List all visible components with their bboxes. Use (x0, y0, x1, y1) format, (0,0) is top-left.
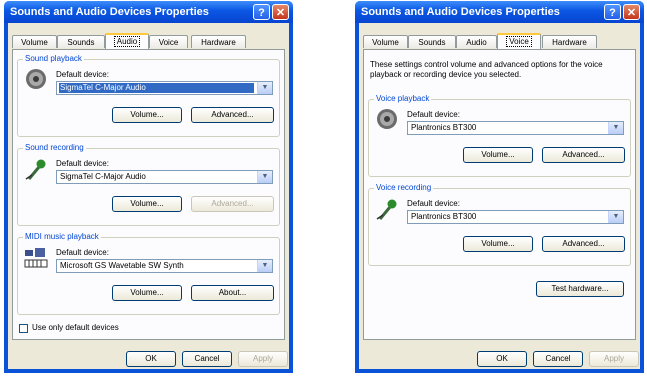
window-title: Sounds and Audio Devices Properties (361, 6, 560, 18)
dialog-body: Volume Sounds Audio Voice Hardware These… (359, 23, 640, 369)
voice-recording-device-select[interactable]: Plantronics BT300 ▼ (407, 210, 624, 224)
tab-label: Audio (466, 38, 487, 47)
playback-device-select[interactable]: SigmaTel C-Major Audio ▼ (56, 81, 273, 95)
group-label: Sound playback (23, 54, 84, 63)
title-bar[interactable]: Sounds and Audio Devices Properties ? ✕ (4, 1, 293, 23)
checkbox-label: Use only default devices (32, 323, 119, 332)
speaker-icon (26, 69, 46, 89)
tab-label: Audio (113, 36, 141, 47)
default-device-label: Default device: (56, 159, 109, 168)
ok-button[interactable]: OK (477, 351, 527, 367)
tab-hardware[interactable]: Hardware (191, 35, 246, 48)
group-label: Sound recording (23, 143, 86, 152)
close-button[interactable]: ✕ (272, 4, 289, 20)
playback-advanced-button[interactable]: Advanced... (191, 107, 274, 123)
tab-label: Volume (21, 38, 48, 47)
selected-device: SigmaTel C-Major Audio (59, 83, 254, 93)
title-bar[interactable]: Sounds and Audio Devices Properties ? ✕ (355, 1, 644, 23)
help-button[interactable]: ? (604, 4, 621, 20)
cancel-button[interactable]: Cancel (533, 351, 583, 367)
chevron-down-icon[interactable]: ▼ (257, 171, 272, 183)
close-button[interactable]: ✕ (623, 4, 640, 20)
tab-volume[interactable]: Volume (363, 35, 408, 48)
recording-device-select[interactable]: SigmaTel C-Major Audio ▼ (56, 170, 273, 184)
default-device-label: Default device: (56, 248, 109, 257)
voice-recording-advanced-button[interactable]: Advanced... (542, 236, 625, 252)
tab-label: Sounds (418, 38, 446, 47)
playback-volume-button[interactable]: Volume... (112, 107, 182, 123)
audio-tab-panel: Sound playback Default device: SigmaTel … (12, 49, 285, 340)
tab-label: Hardware (201, 38, 236, 47)
tab-label: Voice (158, 38, 179, 47)
tab-label: Sounds (67, 38, 95, 47)
recording-advanced-button[interactable]: Advanced... (191, 196, 274, 212)
chevron-down-icon[interactable]: ▼ (608, 211, 623, 223)
chevron-down-icon[interactable]: ▼ (608, 122, 623, 134)
apply-button[interactable]: Apply (589, 351, 639, 367)
ok-button[interactable]: OK (126, 351, 176, 367)
tab-label: Volume (372, 38, 399, 47)
tab-label: Hardware (552, 38, 587, 47)
group-label: Voice playback (374, 94, 432, 103)
voice-recording-volume-button[interactable]: Volume... (463, 236, 533, 252)
microphone-icon (376, 199, 397, 220)
voice-properties-window: Sounds and Audio Devices Properties ? ✕ … (355, 1, 644, 373)
window-title: Sounds and Audio Devices Properties (10, 6, 209, 18)
midi-about-button[interactable]: About... (191, 285, 274, 301)
midi-volume-button[interactable]: Volume... (112, 285, 182, 301)
tab-volume[interactable]: Volume (12, 35, 57, 48)
midi-device-select[interactable]: Microsoft GS Wavetable SW Synth ▼ (56, 259, 273, 273)
chevron-down-icon[interactable]: ▼ (257, 260, 272, 272)
selected-device: SigmaTel C-Major Audio (60, 172, 146, 181)
tab-voice[interactable]: Voice (149, 35, 188, 48)
cancel-button[interactable]: Cancel (182, 351, 232, 367)
apply-button[interactable]: Apply (238, 351, 288, 367)
sound-playback-group: Sound playback Default device: SigmaTel … (17, 54, 280, 137)
default-device-label: Default device: (407, 110, 460, 119)
group-label: Voice recording (374, 183, 434, 192)
tab-audio[interactable]: Audio (456, 35, 497, 48)
selected-device: Plantronics BT300 (411, 212, 477, 221)
use-default-devices-checkbox[interactable] (19, 324, 28, 333)
audio-properties-window: Sounds and Audio Devices Properties ? ✕ … (4, 1, 293, 373)
voice-playback-device-select[interactable]: Plantronics BT300 ▼ (407, 121, 624, 135)
midi-playback-group: MIDI music playback Default device: Micr… (17, 232, 280, 315)
group-label: MIDI music playback (23, 232, 101, 241)
default-device-label: Default device: (56, 70, 109, 79)
microphone-icon (25, 159, 46, 180)
voice-description: These settings control volume and advanc… (370, 60, 603, 79)
help-button[interactable]: ? (253, 4, 270, 20)
voice-tab-panel: These settings control volume and advanc… (363, 49, 636, 340)
selected-device: Plantronics BT300 (411, 123, 477, 132)
voice-playback-group: Voice playback Default device: Plantroni… (368, 94, 631, 177)
speaker-icon (377, 109, 397, 129)
tab-hardware[interactable]: Hardware (542, 35, 597, 48)
tab-voice[interactable]: Voice (497, 33, 541, 49)
tab-audio[interactable]: Audio (105, 33, 149, 49)
default-device-label: Default device: (407, 199, 460, 208)
tab-label: Voice (506, 36, 532, 47)
voice-playback-volume-button[interactable]: Volume... (463, 147, 533, 163)
chevron-down-icon[interactable]: ▼ (257, 82, 272, 94)
midi-keyboard-icon (24, 248, 48, 268)
recording-volume-button[interactable]: Volume... (112, 196, 182, 212)
tab-sounds[interactable]: Sounds (57, 35, 105, 48)
voice-playback-advanced-button[interactable]: Advanced... (542, 147, 625, 163)
voice-recording-group: Voice recording Default device: Plantron… (368, 183, 631, 266)
test-hardware-button[interactable]: Test hardware... (536, 281, 624, 297)
tab-sounds[interactable]: Sounds (408, 35, 456, 48)
dialog-body: Volume Sounds Audio Voice Hardware Sound… (8, 23, 289, 369)
sound-recording-group: Sound recording Default device: SigmaTel… (17, 143, 280, 226)
selected-device: Microsoft GS Wavetable SW Synth (60, 261, 184, 270)
